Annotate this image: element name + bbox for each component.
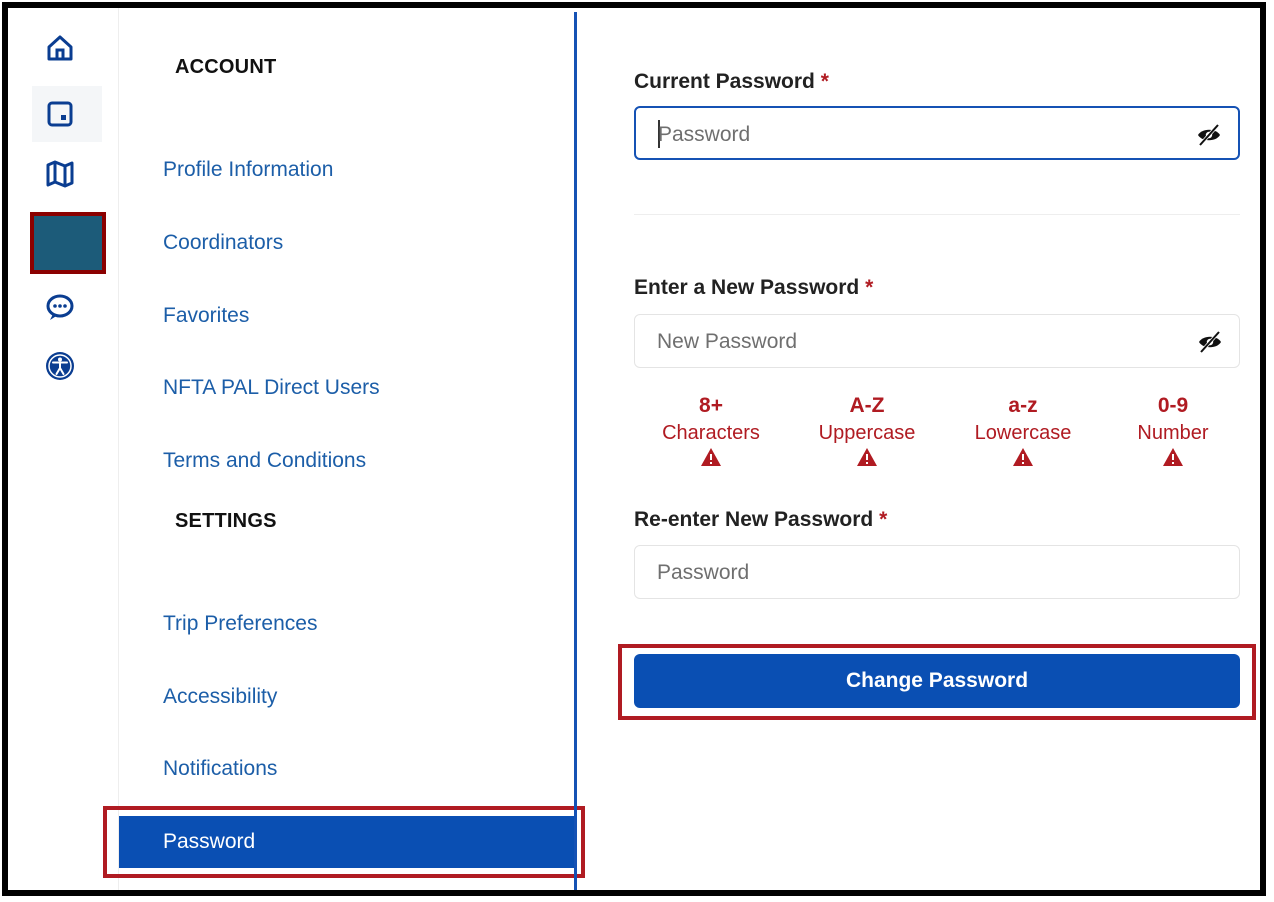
required-marker: * [820, 70, 829, 93]
menu-item-profile-information[interactable]: Profile Information [163, 158, 333, 182]
new-password-input[interactable]: New Password [634, 314, 1240, 368]
eye-slash-icon[interactable] [1197, 329, 1223, 355]
reenter-password-input[interactable]: Password [634, 545, 1240, 599]
requirement-value: a-z [1008, 394, 1038, 417]
section-divider [634, 214, 1240, 215]
menu-divider [574, 12, 577, 890]
reenter-password-label: Re-enter New Password * [634, 508, 887, 532]
menu-item-notifications[interactable]: Notifications [163, 757, 277, 781]
home-icon[interactable] [42, 30, 78, 66]
new-password-placeholder: New Password [657, 330, 798, 353]
account-icon[interactable] [30, 212, 106, 274]
warning-icon [857, 448, 877, 466]
warning-icon [701, 448, 721, 466]
calendar-icon[interactable] [42, 96, 78, 132]
password-form: Current Password * Password Enter a New … [618, 8, 1256, 890]
section-title-account: ACCOUNT [175, 56, 277, 78]
requirement-lowercase: a-z Lowercase [948, 394, 1098, 472]
requirement-value: A-Z [849, 394, 885, 417]
menu-item-terms-and-conditions[interactable]: Terms and Conditions [163, 449, 366, 473]
icon-rail [8, 8, 118, 890]
new-password-label-text: Enter a New Password [634, 276, 860, 299]
current-password-placeholder: Password [658, 123, 751, 146]
warning-icon [1163, 448, 1183, 466]
accessibility-icon[interactable] [42, 348, 78, 384]
requirement-uppercase: A-Z Uppercase [792, 394, 942, 472]
requirement-characters: 8+ Characters [636, 394, 786, 472]
current-password-label-text: Current Password [634, 70, 815, 93]
requirement-label: Number [1137, 422, 1209, 444]
section-title-settings: SETTINGS [175, 510, 277, 532]
password-requirements: 8+ Characters A-Z Uppercase a-z Lowercas… [628, 394, 1248, 484]
menu-item-coordinators[interactable]: Coordinators [163, 231, 283, 255]
menu-item-favorites[interactable]: Favorites [163, 304, 249, 328]
menu-item-accessibility[interactable]: Accessibility [163, 685, 277, 709]
warning-icon [1013, 448, 1033, 466]
requirement-label: Uppercase [818, 422, 916, 444]
eye-slash-icon[interactable] [1196, 122, 1222, 148]
reenter-password-placeholder: Password [657, 561, 750, 584]
current-password-input[interactable]: Password [634, 106, 1240, 160]
current-password-label: Current Password * [634, 70, 829, 94]
chat-icon[interactable] [42, 290, 78, 326]
requirement-value: 0-9 [1157, 394, 1189, 417]
menu-item-nfta-pal-direct-users[interactable]: NFTA PAL Direct Users [163, 376, 380, 400]
requirement-label: Lowercase [974, 422, 1072, 444]
settings-menu: ACCOUNT Profile Information Coordinators… [103, 8, 585, 890]
required-marker: * [879, 508, 888, 531]
selected-item-highlight [103, 806, 585, 878]
menu-item-trip-preferences[interactable]: Trip Preferences [163, 612, 317, 636]
requirement-label: Characters [662, 422, 760, 444]
map-icon[interactable] [42, 156, 78, 192]
app-frame: ACCOUNT Profile Information Coordinators… [2, 2, 1266, 896]
change-password-button[interactable]: Change Password [634, 654, 1240, 708]
requirement-value: 8+ [699, 394, 723, 417]
required-marker: * [865, 276, 874, 299]
requirement-number: 0-9 Number [1098, 394, 1248, 472]
reenter-password-label-text: Re-enter New Password [634, 508, 874, 531]
new-password-label: Enter a New Password * [634, 276, 873, 300]
